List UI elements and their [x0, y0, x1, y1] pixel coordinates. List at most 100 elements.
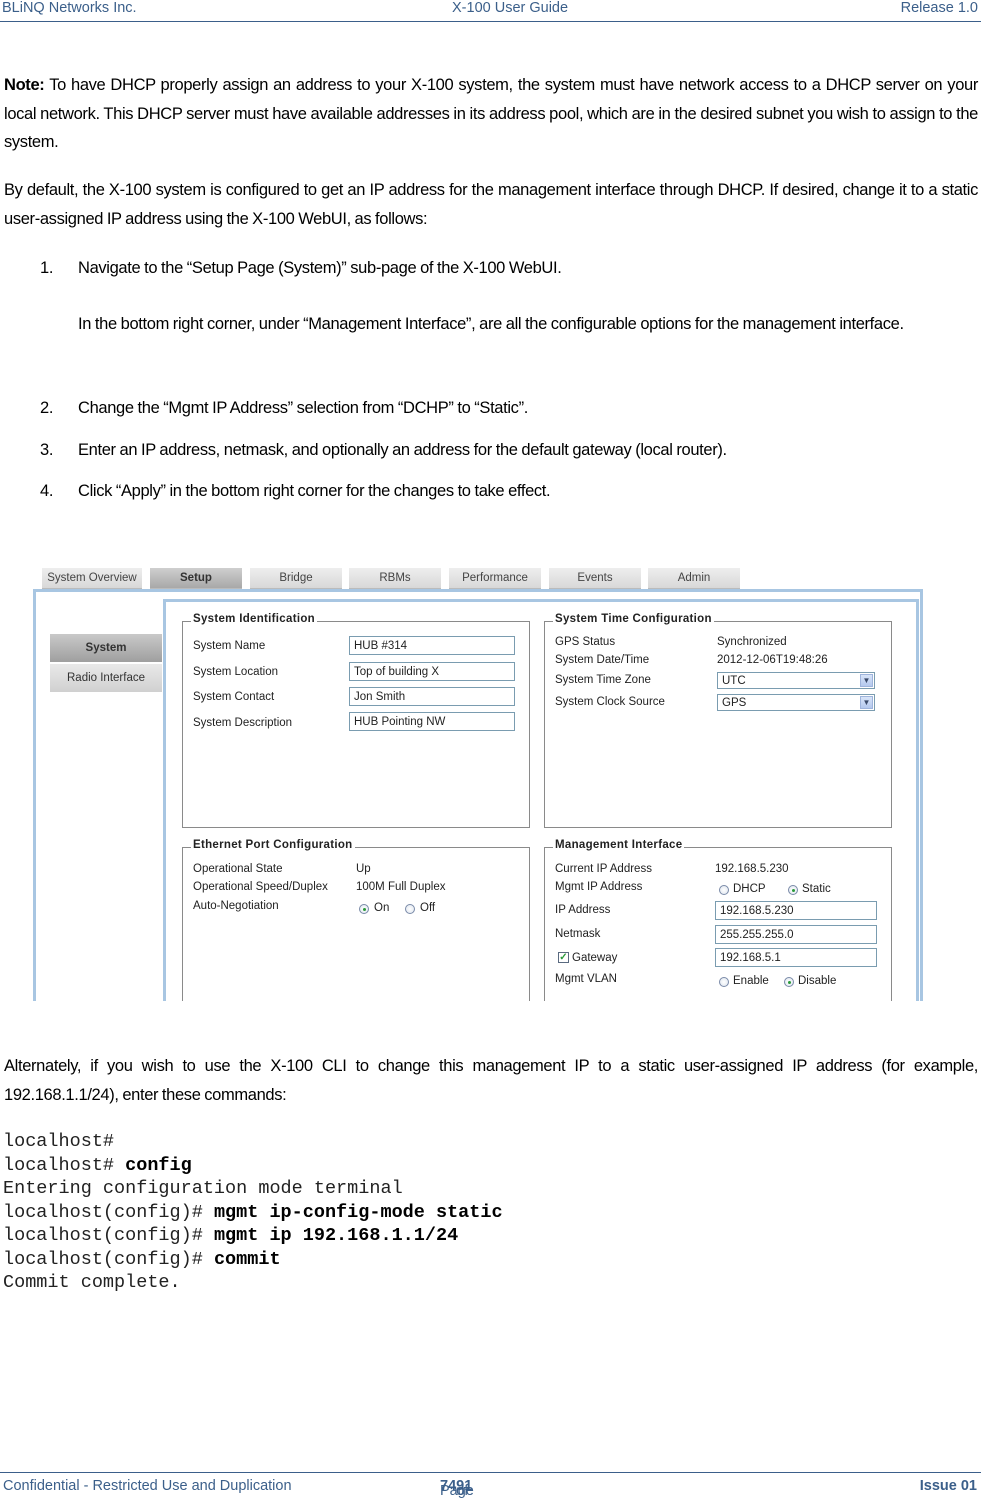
cli-line: Entering configuration mode terminal [3, 1177, 503, 1201]
system-datetime-label: System Date/Time [555, 654, 650, 666]
radio-label-static: Static [802, 883, 831, 895]
page-footer: Confidential - Restricted Use and Duplic… [0, 1472, 981, 1499]
clock-source-select[interactable]: GPS ▼ [717, 694, 875, 711]
panel-title: System Time Configuration [553, 613, 714, 625]
auto-negotiation-off-radio[interactable] [405, 904, 415, 914]
step-text: Enter an IP address, netmask, and option… [78, 441, 727, 459]
note-text: To have DHCP properly assign an address … [4, 76, 978, 151]
mgmt-ip-dhcp-radio[interactable] [719, 885, 729, 895]
netmask-input[interactable]: 255.255.255.0 [715, 925, 877, 944]
cli-line: localhost(config)# mgmt ip-config-mode s… [3, 1201, 503, 1225]
cli-line: localhost# [3, 1130, 503, 1154]
step-number: 2. [40, 399, 54, 417]
tab-system-overview[interactable]: System Overview [42, 568, 142, 589]
confidential-notice: Confidential - Restricted Use and Duplic… [3, 1478, 292, 1494]
cli-output: Commit complete. [3, 1272, 181, 1293]
cli-intro-paragraph: Alternately, if you wish to use the X-10… [4, 1057, 978, 1104]
radio-label-disable: Disable [798, 975, 837, 987]
webui-content-frame: System Identification System Name HUB #3… [163, 599, 919, 1001]
speed-duplex-value: 100M Full Duplex [356, 881, 446, 893]
note-paragraph: Note: To have DHCP properly assign an ad… [4, 71, 978, 157]
gps-status-label: GPS Status [555, 636, 616, 648]
radio-label-on: On [374, 902, 390, 914]
management-interface-panel: Management Interface Current IP Address … [544, 839, 892, 1001]
mgmt-vlan-enable-radio[interactable] [719, 977, 729, 987]
document-title: X-100 User Guide [452, 0, 569, 16]
system-contact-input[interactable]: Jon Smith [349, 687, 515, 706]
note-label: Note: [4, 76, 45, 94]
cli-prompt: localhost# [3, 1154, 126, 1176]
time-zone-label: System Time Zone [555, 674, 651, 686]
tab-events[interactable]: Events [549, 568, 641, 589]
step-text: Change the “Mgmt IP Address” selection f… [78, 399, 528, 417]
cli-prompt: localhost(config)# [3, 1248, 214, 1270]
auto-negotiation-label: Auto-Negotiation [193, 900, 279, 912]
step-number: 1. [40, 259, 54, 277]
gateway-checkbox[interactable]: ✓ [558, 952, 569, 963]
cli-line: Commit complete. [3, 1271, 503, 1295]
system-name-input[interactable]: HUB #314 [349, 636, 515, 655]
cli-line: localhost(config)# commit [3, 1248, 503, 1272]
cli-command: mgmt ip-config-mode static [213, 1201, 503, 1223]
issue-label: Issue 01 [919, 1478, 977, 1494]
clock-source-label: System Clock Source [555, 696, 665, 708]
release-label: Release 1.0 [900, 0, 978, 16]
chevron-down-icon[interactable]: ▼ [860, 674, 873, 687]
step-1-detail: In the bottom right corner, under “Manag… [78, 315, 904, 333]
radio-label-off: Off [420, 902, 436, 914]
panel-title: System Identification [191, 613, 317, 625]
cli-command: commit [213, 1248, 281, 1270]
page-of: of [456, 1483, 469, 1499]
step-text: Click “Apply” in the bottom right corner… [78, 482, 551, 500]
tab-performance[interactable]: Performance [449, 568, 541, 589]
step-number: 3. [40, 441, 54, 459]
current-ip-value: 192.168.5.230 [715, 863, 789, 875]
system-description-input[interactable]: HUB Pointing NW [349, 712, 515, 731]
cli-prompt: localhost(config)# [3, 1225, 214, 1246]
current-ip-label: Current IP Address [555, 863, 652, 875]
page-number: Page 74 of 91 [440, 1478, 474, 1499]
tab-bridge[interactable]: Bridge [250, 568, 342, 589]
cli-prompt: localhost(config)# [3, 1201, 214, 1223]
time-zone-select[interactable]: UTC ▼ [717, 672, 875, 689]
sidebar-item-system[interactable]: System [50, 634, 162, 662]
ethernet-port-panel: Ethernet Port Configuration Operational … [182, 839, 530, 1001]
tab-rbms[interactable]: RBMs [349, 568, 441, 589]
mgmt-ip-mode-label: Mgmt IP Address [555, 881, 643, 893]
sidebar-item-radio-interface[interactable]: Radio Interface [50, 664, 162, 692]
cli-command: mgmt ip 192.168.1.1/24 [213, 1225, 459, 1246]
gateway-input[interactable]: 192.168.5.1 [715, 948, 877, 967]
cli-output: Entering configuration mode terminal [3, 1178, 403, 1199]
tab-setup[interactable]: Setup [150, 568, 242, 589]
cli-line: localhost(config)# mgmt ip 192.168.1.1/2… [3, 1224, 503, 1248]
tab-admin[interactable]: Admin [648, 568, 740, 589]
cli-prompt: localhost# [3, 1131, 115, 1152]
mgmt-ip-static-radio[interactable] [788, 885, 798, 895]
cli-line: localhost# config [3, 1154, 503, 1178]
chevron-down-icon[interactable]: ▼ [860, 696, 873, 709]
mgmt-vlan-disable-radio[interactable] [784, 977, 794, 987]
cli-command-block: localhost# localhost# config Entering conf… [3, 1130, 503, 1295]
radio-label-enable: Enable [733, 975, 769, 987]
system-identification-panel: System Identification System Name HUB #3… [182, 613, 530, 828]
auto-negotiation-on-radio[interactable] [359, 904, 369, 914]
panel-title: Ethernet Port Configuration [191, 839, 355, 851]
webui-screenshot: System Overview Setup Bridge RBMs Perfor… [33, 565, 923, 1001]
gateway-label: Gateway [572, 952, 618, 964]
system-location-input[interactable]: Top of building X [349, 662, 515, 681]
system-datetime-value: 2012-12-06T19:48:26 [717, 654, 828, 666]
system-location-label: System Location [193, 666, 279, 678]
default-paragraph: By default, the X-100 system is configur… [4, 181, 978, 228]
step-text: Navigate to the “Setup Page (System)” su… [78, 259, 562, 277]
cli-command: config [125, 1154, 192, 1176]
webui-outer-frame: System Radio Interface System Identifica… [33, 589, 923, 1001]
clock-source-value: GPS [722, 697, 747, 709]
ip-address-label: IP Address [555, 904, 611, 916]
page-header: BLiNQ Networks Inc. X-100 User Guide Rel… [0, 0, 981, 22]
radio-label-dhcp: DHCP [733, 883, 766, 895]
gps-status-value: Synchronized [717, 636, 787, 648]
system-contact-label: System Contact [193, 691, 275, 703]
ip-address-input[interactable]: 192.168.5.230 [715, 901, 877, 920]
speed-duplex-label: Operational Speed/Duplex [193, 881, 328, 893]
system-description-label: System Description [193, 717, 293, 729]
